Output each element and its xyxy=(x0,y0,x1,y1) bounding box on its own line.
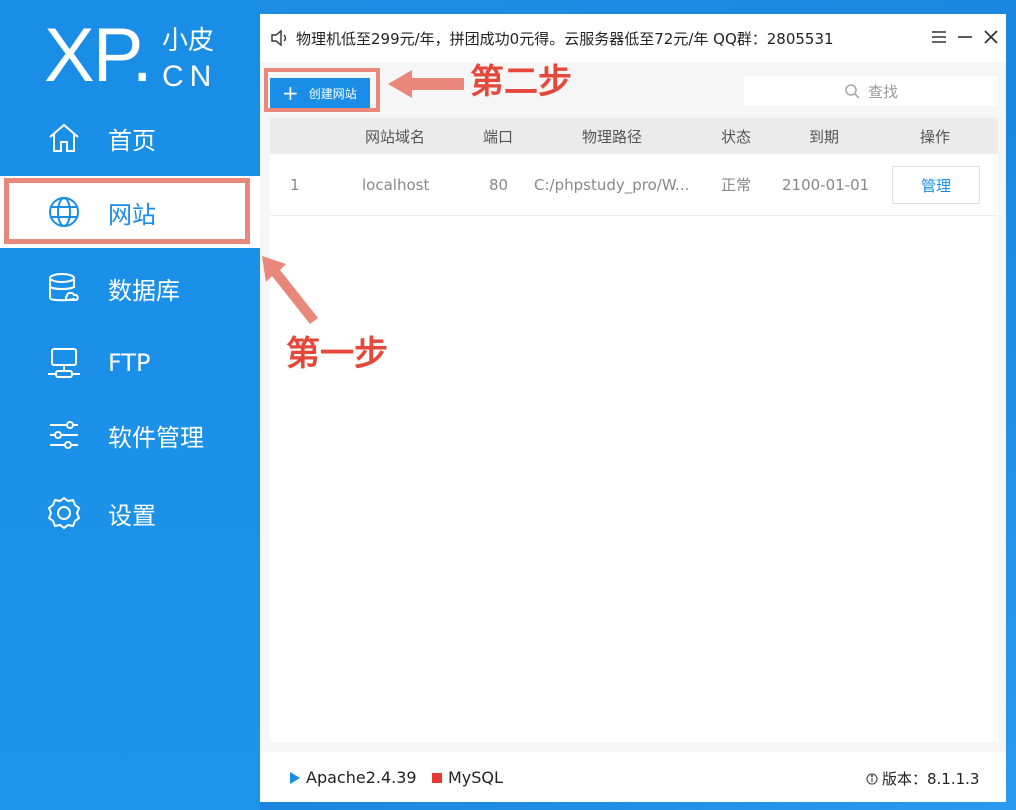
column-header: 状态 xyxy=(721,127,752,146)
column-header: 网站域名 xyxy=(365,127,426,146)
column-header: 操作 xyxy=(920,127,951,146)
logo-sub-top: 小皮 xyxy=(162,26,215,56)
column-header: 到期 xyxy=(809,127,840,146)
speaker-icon xyxy=(270,29,290,47)
table-row[interactable]: 1 localhost 80 C:/phpstudy_pro/W... 正常 2… xyxy=(270,154,998,216)
sidebar-item-label: 软件管理 xyxy=(108,423,204,452)
mysql-status[interactable]: MySQL xyxy=(432,768,503,787)
search-placeholder: 查找 xyxy=(867,82,898,101)
row-domain: localhost xyxy=(362,175,430,194)
manage-button[interactable]: 管理 xyxy=(892,166,980,204)
row-expire: 2100-01-01 xyxy=(782,175,870,194)
arrow-to-website-icon xyxy=(262,256,318,324)
row-status: 正常 xyxy=(721,176,752,194)
minimize-icon[interactable] xyxy=(954,26,976,48)
row-index: 1 xyxy=(290,175,300,194)
sidebar-item-database[interactable]: 数据库 xyxy=(0,252,260,324)
notice-text[interactable]: 物理机低至299元/年，拼团成功0元得。云服务器低至72元/年 QQ群：2805… xyxy=(296,28,834,49)
highlight-box-website xyxy=(4,178,250,244)
sidebar-item-label: 数据库 xyxy=(108,276,180,305)
title-bar: 物理机低至299元/年，拼团成功0元得。云服务器低至72元/年 QQ群：2805… xyxy=(260,14,1006,62)
sidebar-item-settings[interactable]: 设置 xyxy=(0,477,260,549)
row-port: 80 xyxy=(489,175,509,194)
highlight-box-create xyxy=(264,68,380,112)
row-path: C:/phpstudy_pro/W... xyxy=(534,175,690,194)
sliders-icon xyxy=(46,417,82,453)
database-icon xyxy=(46,270,82,306)
table-header: 网站域名 端口 物理路径 状态 到期 操作 xyxy=(270,118,998,154)
arrow-to-create-icon xyxy=(388,70,464,98)
logo-main: XP. xyxy=(44,13,153,98)
apache-label: Apache2.4.39 xyxy=(306,768,417,787)
column-header: 端口 xyxy=(483,127,514,146)
sidebar-item-label: 设置 xyxy=(108,501,156,530)
column-header: 物理路径 xyxy=(582,127,643,146)
sidebar: XP. 小皮 CN 首页 网站 数据库 FTP 软件管理 设置 xyxy=(0,0,260,810)
play-icon xyxy=(290,771,300,784)
info-icon xyxy=(866,772,878,785)
sidebar-item-home[interactable]: 首页 xyxy=(0,102,260,174)
website-panel: + 创建网站 查找 网站域名 端口 物理路径 状态 到期 操作 1 localh… xyxy=(260,62,1006,752)
close-icon[interactable] xyxy=(980,26,1002,48)
home-icon xyxy=(46,120,82,156)
mysql-label: MySQL xyxy=(448,768,503,787)
sidebar-item-label: 首页 xyxy=(108,126,156,155)
watermark: CSDN @IT大哥哥 xyxy=(878,783,1000,801)
ftp-icon xyxy=(46,345,82,381)
apache-status[interactable]: Apache2.4.39 xyxy=(288,768,417,787)
annotation-step-1: 第一步 xyxy=(286,334,388,374)
sidebar-item-software[interactable]: 软件管理 xyxy=(0,399,260,471)
search-icon xyxy=(845,84,860,99)
app-logo: XP. 小皮 CN xyxy=(44,16,244,102)
search-input[interactable]: 查找 xyxy=(744,76,998,106)
sidebar-item-label: FTP xyxy=(108,349,151,377)
gear-icon xyxy=(46,495,82,531)
logo-sub-bottom: CN xyxy=(162,60,218,93)
main-window: 物理机低至299元/年，拼团成功0元得。云服务器低至72元/年 QQ群：2805… xyxy=(260,14,1006,802)
annotation-step-2: 第二步 xyxy=(470,62,572,102)
menu-icon[interactable] xyxy=(928,26,950,48)
website-table: 网站域名 端口 物理路径 状态 到期 操作 1 localhost 80 C:/… xyxy=(270,118,998,742)
stop-icon xyxy=(432,772,442,783)
sidebar-item-ftp[interactable]: FTP xyxy=(0,327,260,399)
